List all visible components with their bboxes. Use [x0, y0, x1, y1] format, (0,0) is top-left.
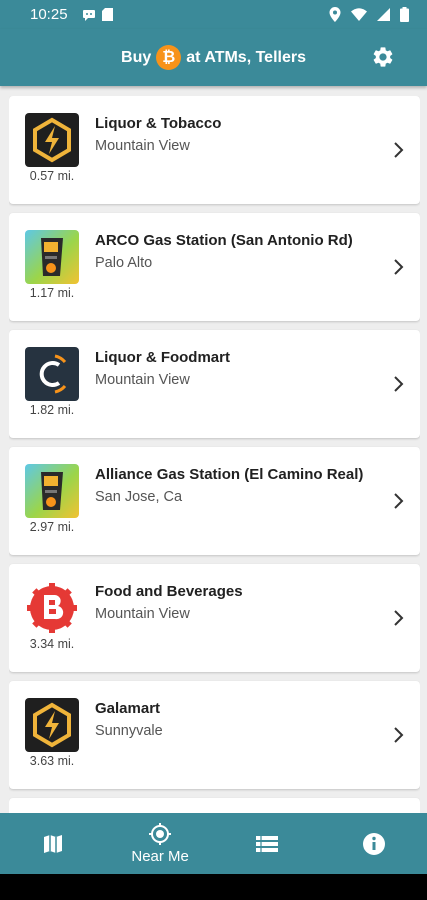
settings-button[interactable] [369, 43, 397, 71]
distance-label: 3.63 mi. [29, 754, 75, 768]
location-name: ARCO Gas Station (San Antonio Rd) [95, 232, 353, 249]
status-time: 10:25 [30, 6, 68, 23]
distance-label: 1.17 mi. [29, 286, 75, 300]
location-card[interactable]: 1.82 mi. Liquor & Foodmart Mountain View [9, 330, 420, 438]
location-icon [329, 7, 341, 22]
location-card[interactable]: 2.97 mi. Alliance Gas Station (El Camino… [9, 447, 420, 555]
location-name: Food and Beverages [95, 583, 243, 600]
gear-icon [373, 47, 393, 67]
chevron-right-icon [394, 493, 404, 509]
distance-label: 3.34 mi. [29, 637, 75, 651]
info-icon [362, 832, 385, 855]
chevron-right-icon [394, 142, 404, 158]
location-name: Liquor & Foodmart [95, 349, 230, 366]
location-name: Galamart [95, 700, 161, 717]
distance-label: 1.82 mi. [29, 403, 75, 417]
location-city: Mountain View [95, 372, 190, 388]
location-city: Mountain View [95, 138, 190, 154]
atm-machine-logo [25, 464, 79, 518]
wifi-icon [351, 8, 367, 21]
nav-info[interactable] [320, 813, 427, 874]
location-card[interactable] [9, 798, 420, 814]
bottom-nav: Near Me [0, 813, 427, 874]
page-title: Buy ₿ at ATMs, Tellers [121, 45, 306, 70]
location-name: Liquor & Tobacco [95, 115, 222, 132]
title-suffix: at ATMs, Tellers [186, 48, 306, 66]
location-city: Palo Alto [95, 255, 153, 271]
lightning-hexagon-logo [25, 113, 79, 167]
distance-label: 2.97 mi. [29, 520, 75, 534]
location-city: Sunnyvale [95, 723, 163, 739]
location-city: San Jose, Ca [95, 489, 183, 505]
location-city: Mountain View [95, 606, 190, 622]
atm-machine-logo [25, 230, 79, 284]
location-card[interactable]: 0.57 mi. Liquor & Tobacco Mountain View [9, 96, 420, 204]
nav-near-me-label: Near Me [131, 848, 189, 865]
target-icon [149, 823, 172, 845]
nav-map[interactable] [0, 813, 107, 874]
nav-near-me[interactable]: Near Me [107, 813, 214, 874]
coinme-c-logo [25, 347, 79, 401]
signal-icon [377, 8, 390, 21]
battery-icon [400, 7, 409, 22]
location-card[interactable]: 3.34 mi. Food and Beverages Mountain Vie… [9, 564, 420, 672]
map-icon [44, 834, 63, 853]
system-navigation-bar [0, 874, 427, 900]
location-name: Alliance Gas Station (El Camino Real) [95, 466, 364, 483]
location-card[interactable]: 3.63 mi. Galamart Sunnyvale [9, 681, 420, 789]
bitcoin-icon: ₿ [156, 45, 182, 70]
location-list[interactable]: 0.57 mi. Liquor & Tobacco Mountain View … [9, 96, 420, 814]
title-prefix: Buy [121, 48, 152, 66]
notification-icon [82, 9, 95, 21]
app-bar: Buy ₿ at ATMs, Tellers [0, 29, 427, 86]
nav-list[interactable] [214, 813, 321, 874]
sd-card-icon [101, 8, 113, 21]
chevron-right-icon [394, 610, 404, 626]
status-bar: 10:25 [0, 0, 427, 29]
chevron-right-icon [394, 727, 404, 743]
red-b-badge-logo [25, 581, 79, 635]
list-icon [255, 835, 278, 852]
lightning-hexagon-logo [25, 698, 79, 752]
distance-label: 0.57 mi. [29, 169, 75, 183]
chevron-right-icon [394, 259, 404, 275]
location-card[interactable]: 1.17 mi. ARCO Gas Station (San Antonio R… [9, 213, 420, 321]
chevron-right-icon [394, 376, 404, 392]
